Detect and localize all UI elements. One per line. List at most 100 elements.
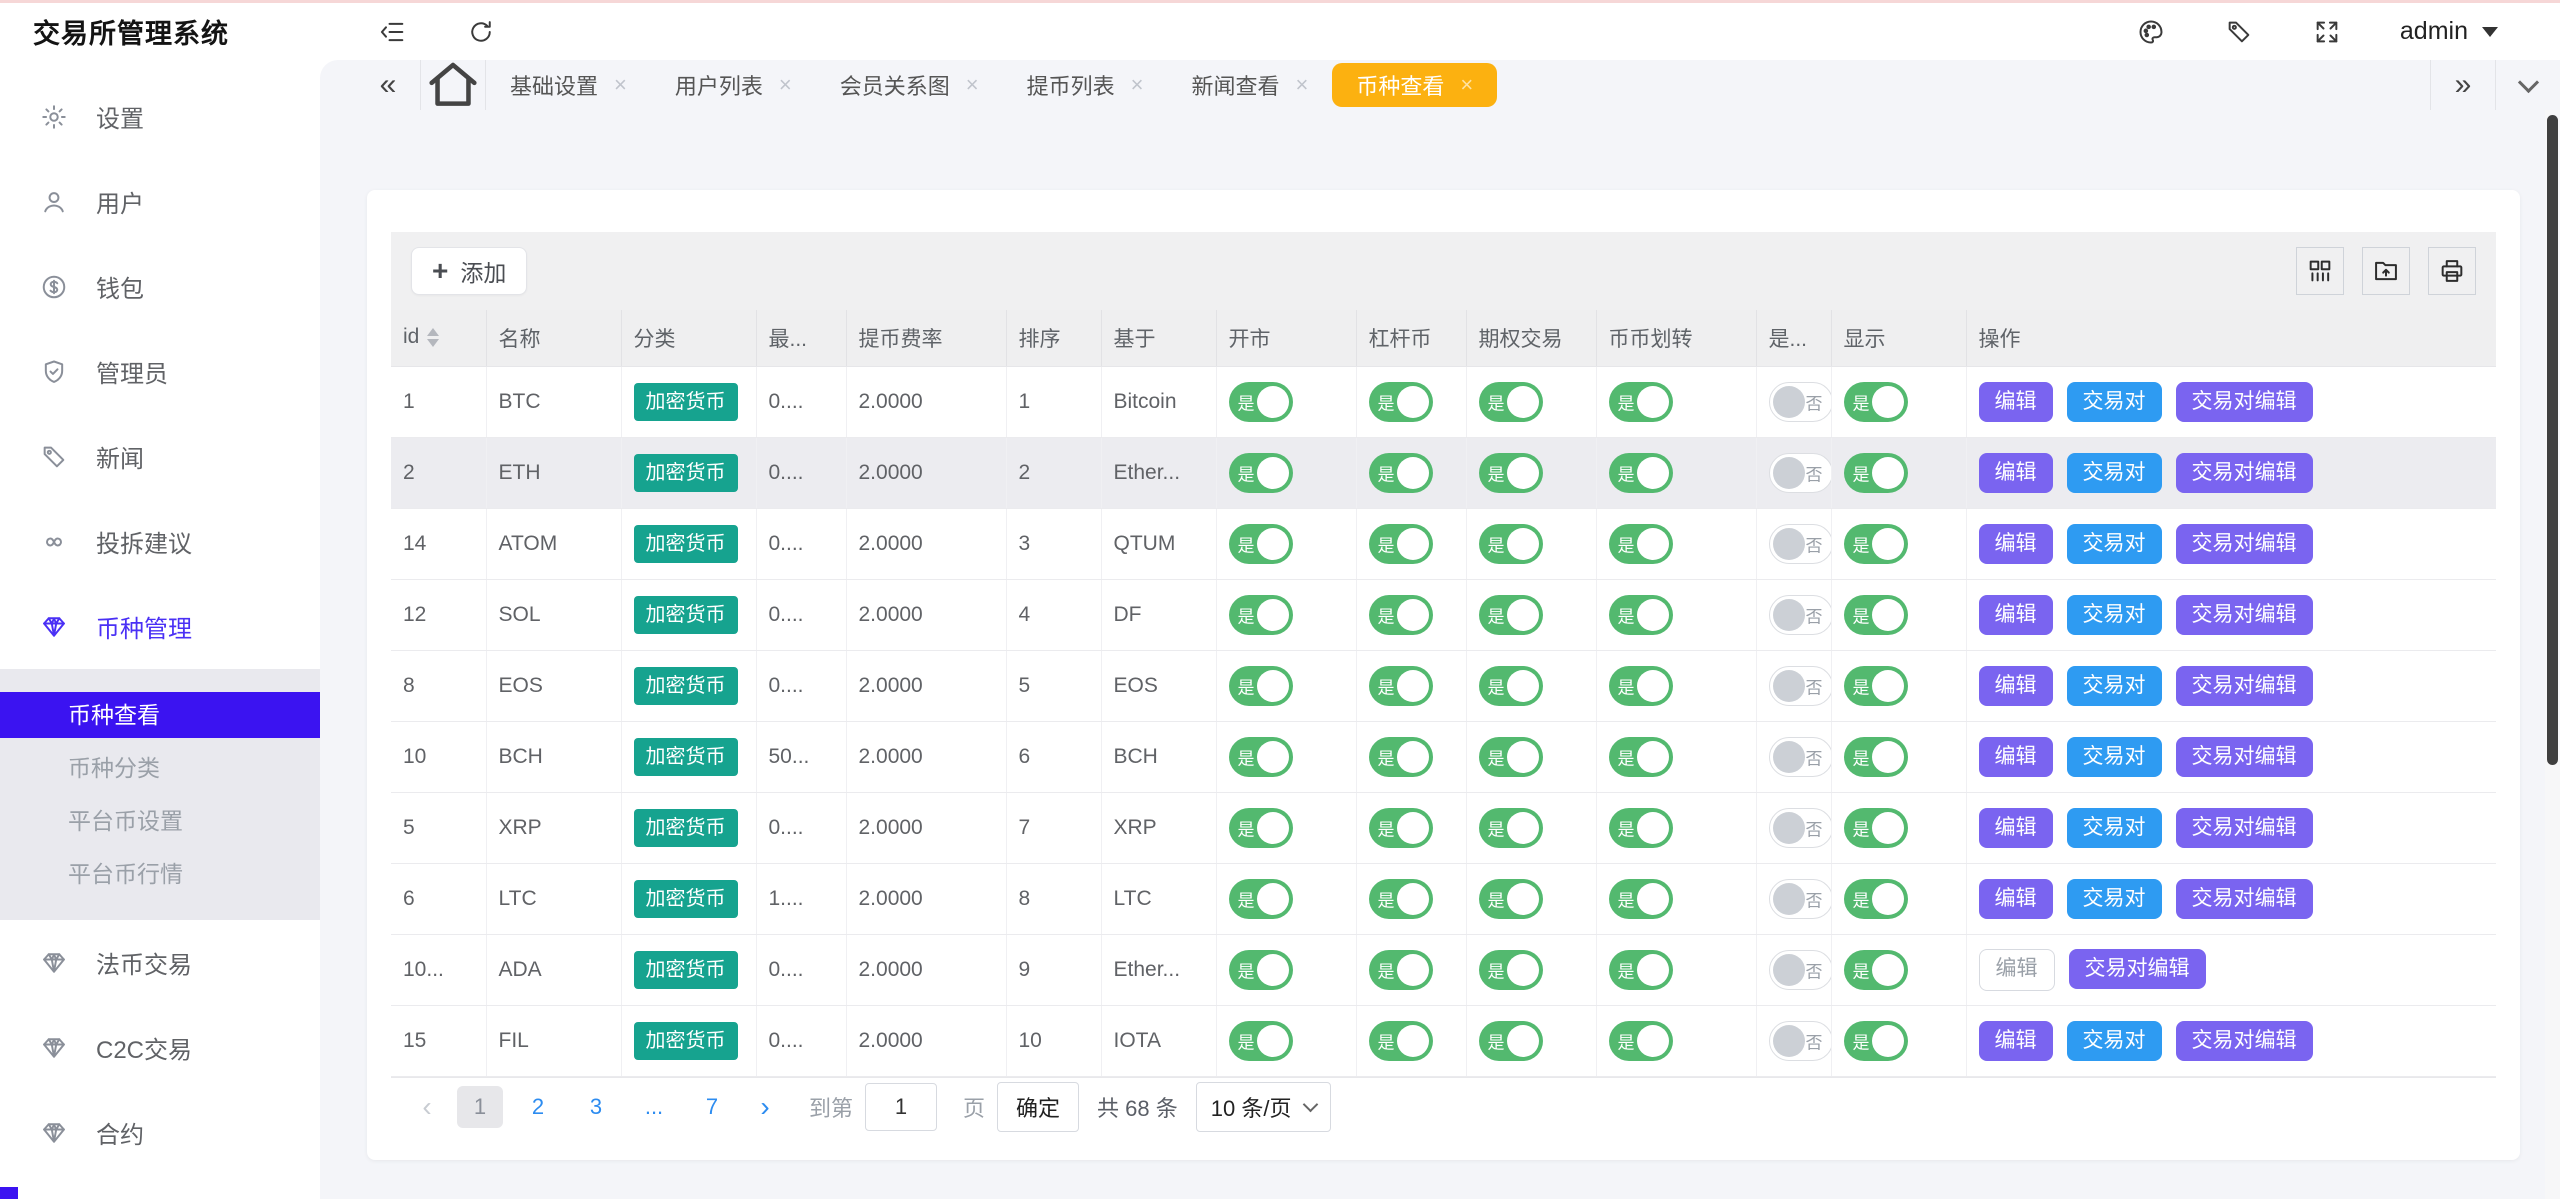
tab-close-icon[interactable]: × [614,72,627,98]
prev-page-icon[interactable]: ‹ [409,1091,445,1123]
page-button[interactable]: 3 [573,1086,619,1128]
sidebar-item[interactable]: 合约 [0,1090,320,1175]
page-button[interactable]: 2 [515,1086,561,1128]
sidebar-item[interactable]: 设置 [0,74,320,159]
toggle-switch-on[interactable]: 是 [1369,382,1433,422]
page-button[interactable]: 1 [457,1086,503,1128]
toggle-switch-on[interactable]: 是 [1609,666,1673,706]
tab-close-icon[interactable]: × [1460,72,1473,98]
fullscreen-icon[interactable] [2312,17,2342,47]
toggle-switch-on[interactable]: 是 [1369,595,1433,635]
toggle-switch-on[interactable]: 是 [1369,879,1433,919]
tab-close-icon[interactable]: × [1131,72,1144,98]
pairs-button[interactable]: 交易对 [2067,453,2162,493]
sidebar-item[interactable]: 管理员 [0,329,320,414]
column-header[interactable]: 操作 [1966,310,2496,366]
toggle-switch-on[interactable]: 是 [1369,666,1433,706]
toggle-switch-on[interactable]: 是 [1609,808,1673,848]
toggle-switch-on[interactable]: 是 [1479,524,1543,564]
user-menu[interactable]: admin [2400,17,2498,46]
pair-edit-button[interactable]: 交易对编辑 [2176,382,2313,422]
edit-button[interactable]: 编辑 [1979,453,2053,493]
confirm-button[interactable]: 确定 [997,1082,1079,1132]
pair-edit-button[interactable]: 交易对编辑 [2176,595,2313,635]
tabs-scroll-right-icon[interactable]: » [2431,60,2495,110]
sidebar-item[interactable]: C2C交易 [0,1005,320,1090]
tab-close-icon[interactable]: × [966,72,979,98]
pair-edit-button[interactable]: 交易对编辑 [2176,524,2313,564]
toggle-switch-on[interactable]: 是 [1609,382,1673,422]
toggle-switch-on[interactable]: 是 [1609,737,1673,777]
toggle-switch-on[interactable]: 是 [1844,879,1908,919]
sidebar-subitem[interactable]: 平台币设置 [0,798,320,844]
toggle-switch-on[interactable]: 是 [1479,666,1543,706]
toggle-switch-on[interactable]: 是 [1229,950,1293,990]
toggle-switch-on[interactable]: 是 [1479,1021,1543,1061]
column-header[interactable]: 分类 [621,310,756,366]
home-tab-icon[interactable] [421,60,485,110]
tab-item[interactable]: 新闻查看× [1168,60,1333,110]
edit-button[interactable]: 编辑 [1979,879,2053,919]
goto-page-input[interactable] [865,1083,937,1131]
toggle-switch-on[interactable]: 是 [1229,666,1293,706]
edit-button[interactable]: 编辑 [1979,666,2053,706]
toggle-switch-on[interactable]: 是 [1369,737,1433,777]
toggle-switch-on[interactable]: 是 [1369,808,1433,848]
toggle-switch-on[interactable]: 是 [1229,453,1293,493]
column-header[interactable]: 期权交易 [1466,310,1596,366]
toggle-switch-on[interactable]: 是 [1479,595,1543,635]
pair-edit-button[interactable]: 交易对编辑 [2176,1021,2313,1061]
edit-button[interactable]: 编辑 [1979,737,2053,777]
column-header[interactable]: 币币划转 [1596,310,1756,366]
sidebar-item[interactable]: 钱包 [0,244,320,329]
toggle-switch-on[interactable]: 是 [1229,595,1293,635]
tab-item[interactable]: 会员关系图× [816,60,1003,110]
toggle-switch-on[interactable]: 是 [1369,950,1433,990]
refresh-icon[interactable] [466,17,496,47]
toggle-switch-on[interactable]: 是 [1229,737,1293,777]
column-header[interactable]: 开市 [1216,310,1356,366]
pairs-button[interactable]: 交易对 [2067,524,2162,564]
column-header[interactable]: 名称 [486,310,621,366]
page-button[interactable]: 7 [689,1086,735,1128]
sidebar-item[interactable]: 新闻 [0,414,320,499]
pair-edit-button[interactable]: 交易对编辑 [2176,879,2313,919]
toggle-switch-on[interactable]: 是 [1844,595,1908,635]
toggle-switch-on[interactable]: 是 [1844,382,1908,422]
pairs-button[interactable]: 交易对 [2067,382,2162,422]
toggle-switch-on[interactable]: 是 [1844,453,1908,493]
edit-button[interactable]: 编辑 [1979,595,2053,635]
toggle-switch-on[interactable]: 是 [1479,382,1543,422]
toggle-switch-on[interactable]: 是 [1369,524,1433,564]
edit-button[interactable]: 编辑 [1979,949,2055,991]
column-header[interactable]: 最... [756,310,846,366]
sidebar-subitem[interactable]: 平台币行情 [0,851,320,897]
pairs-button[interactable]: 交易对 [2067,595,2162,635]
toggle-switch-on[interactable]: 是 [1844,808,1908,848]
column-header[interactable]: 提币费率 [846,310,1006,366]
pairs-button[interactable]: 交易对 [2067,666,2162,706]
column-header[interactable]: 显示 [1831,310,1966,366]
column-header[interactable]: 排序 [1006,310,1101,366]
toggle-switch-on[interactable]: 是 [1479,453,1543,493]
toggle-switch-on[interactable]: 是 [1229,879,1293,919]
page-size-select[interactable]: 10 条/页 [1196,1082,1332,1132]
toggle-switch-off[interactable]: 否 [1769,1021,1832,1061]
toggle-switch-off[interactable]: 否 [1769,808,1832,848]
pair-edit-button[interactable]: 交易对编辑 [2176,453,2313,493]
toggle-switch-off[interactable]: 否 [1769,595,1832,635]
pairs-button[interactable]: 交易对 [2067,1021,2162,1061]
edit-button[interactable]: 编辑 [1979,382,2053,422]
export-icon[interactable] [2362,247,2410,295]
pairs-button[interactable]: 交易对 [2067,879,2162,919]
edit-button[interactable]: 编辑 [1979,524,2053,564]
toggle-switch-on[interactable]: 是 [1229,382,1293,422]
sidebar-subitem[interactable]: 币种查看 [0,692,320,738]
pair-edit-button[interactable]: 交易对编辑 [2176,737,2313,777]
toggle-switch-off[interactable]: 否 [1769,453,1832,493]
toggle-switch-on[interactable]: 是 [1609,524,1673,564]
pair-edit-button[interactable]: 交易对编辑 [2176,808,2313,848]
pairs-button[interactable]: 交易对 [2067,737,2162,777]
toggle-switch-off[interactable]: 否 [1769,524,1832,564]
tab-item[interactable]: 基础设置× [486,60,651,110]
